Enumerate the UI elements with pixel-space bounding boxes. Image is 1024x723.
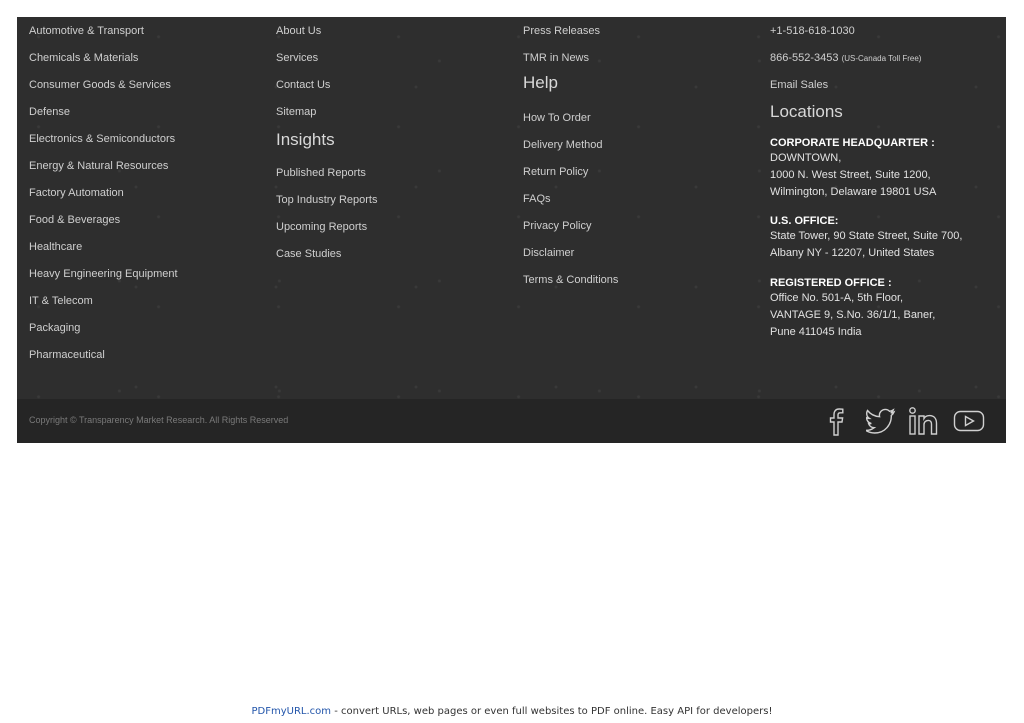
insights-link[interactable]: Top Industry Reports [276, 193, 378, 220]
help-link[interactable]: FAQs [523, 192, 618, 219]
twitter-icon[interactable] [864, 405, 898, 437]
help-link[interactable]: Disclaimer [523, 246, 618, 273]
insights-link[interactable]: Upcoming Reports [276, 220, 378, 247]
services-link[interactable]: Services [276, 51, 378, 78]
insights-link[interactable]: Published Reports [276, 166, 378, 193]
us-office-address-line: Albany NY - 12207, United States [770, 247, 935, 259]
industry-link[interactable]: Food & Beverages [29, 213, 178, 240]
contact-us-link[interactable]: Contact Us [276, 78, 378, 105]
help-link[interactable]: How To Order [523, 111, 618, 138]
pdfmyurl-link[interactable]: PDFmyURL.com [252, 706, 332, 717]
us-office-title: U.S. OFFICE: [770, 215, 839, 227]
company-column: About Us Services Contact Us Sitemap Ins… [276, 17, 378, 274]
pdf-conversion-note: PDFmyURL.com - convert URLs, web pages o… [0, 706, 1024, 717]
registered-office-title: REGISTERED OFFICE : [770, 277, 892, 289]
copyright-text: Copyright © Transparency Market Research… [29, 415, 289, 425]
facebook-icon[interactable] [819, 405, 853, 437]
tmr-in-news-link[interactable]: TMR in News [523, 51, 618, 73]
help-link[interactable]: Delivery Method [523, 138, 618, 165]
tollfree-note: (US-Canada Toll Free) [841, 54, 922, 63]
industry-link[interactable]: Pharmaceutical [29, 348, 178, 375]
media-help-column: Press Releases TMR in News Help How To O… [523, 17, 618, 300]
pdf-note-text: - convert URLs, web pages or even full w… [331, 706, 773, 717]
industry-link[interactable]: Defense [29, 105, 178, 132]
youtube-icon[interactable] [952, 405, 986, 437]
industry-link[interactable]: Healthcare [29, 240, 178, 267]
hq-address-line: DOWNTOWN, [770, 152, 842, 164]
locations-heading: Locations [770, 102, 843, 121]
tollfree-number[interactable]: 866-552-3453 (US-Canada Toll Free) [770, 51, 992, 78]
footer-bottom-bar: Copyright © Transparency Market Research… [17, 399, 1006, 443]
industry-link[interactable]: Factory Automation [29, 186, 178, 213]
industry-link[interactable]: Packaging [29, 321, 178, 348]
industries-column: Automotive & Transport Chemicals & Mater… [29, 17, 178, 375]
registered-office-address-line: VANTAGE 9, S.No. 36/1/1, Baner, [770, 309, 936, 321]
industry-link[interactable]: Automotive & Transport [29, 24, 178, 51]
industry-link[interactable]: Energy & Natural Resources [29, 159, 178, 186]
industry-link[interactable]: Consumer Goods & Services [29, 78, 178, 105]
phone-number-text: +1-518-618-1030 [770, 25, 855, 37]
tollfree-number-text: 866-552-3453 [770, 52, 839, 64]
help-link[interactable]: Return Policy [523, 165, 618, 192]
email-sales-link[interactable]: Email Sales [770, 78, 992, 102]
insights-heading: Insights [276, 130, 335, 149]
industry-link[interactable]: Heavy Engineering Equipment [29, 267, 178, 294]
industry-link[interactable]: IT & Telecom [29, 294, 178, 321]
phone-number[interactable]: +1-518-618-1030 [770, 24, 992, 51]
help-heading: Help [523, 73, 558, 92]
sitemap-link[interactable]: Sitemap [276, 105, 378, 132]
help-link[interactable]: Terms & Conditions [523, 273, 618, 300]
us-office-address-line: State Tower, 90 State Street, Suite 700, [770, 230, 963, 242]
registered-office-address-line: Pune 411045 India [770, 326, 862, 338]
help-link[interactable]: Privacy Policy [523, 219, 618, 246]
industry-link[interactable]: Electronics & Semiconductors [29, 132, 178, 159]
hq-address-line: Wilmington, Delaware 19801 USA [770, 186, 937, 198]
industry-link[interactable]: Chemicals & Materials [29, 51, 178, 78]
hq-address-line: 1000 N. West Street, Suite 1200, [770, 169, 931, 181]
contact-column: +1-518-618-1030 866-552-3453 (US-Canada … [770, 17, 992, 341]
insights-link[interactable]: Case Studies [276, 247, 378, 274]
site-footer: Automotive & Transport Chemicals & Mater… [17, 17, 1006, 443]
press-releases-link[interactable]: Press Releases [523, 24, 618, 51]
linkedin-icon[interactable] [907, 405, 941, 437]
hq-title: CORPORATE HEADQUARTER : [770, 137, 935, 149]
about-us-link[interactable]: About Us [276, 24, 378, 51]
registered-office-address-line: Office No. 501-A, 5th Floor, [770, 292, 904, 304]
